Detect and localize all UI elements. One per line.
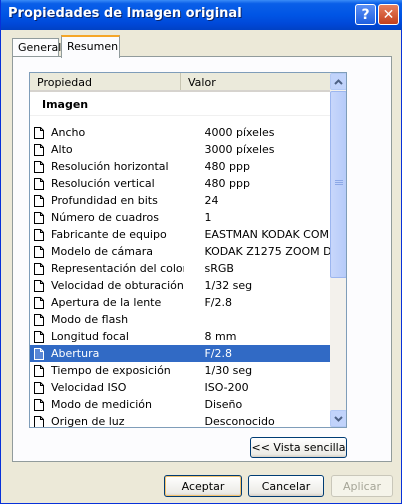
property-value: Desconocido [204,415,275,428]
scroll-down-button[interactable] [330,410,346,427]
properties-list[interactable]: Propiedad Valor Imagen Ancho 4000 píxeles… [29,72,347,428]
close-icon: ✕ [382,6,395,23]
property-row[interactable]: Modo de flash [30,311,330,328]
help-button[interactable]: ? [355,4,376,25]
document-icon [34,313,44,326]
apply-button: Aplicar [331,475,393,497]
property-name: Longitud focal [51,330,129,343]
property-row[interactable]: Ancho 4000 píxeles [30,124,330,141]
property-row[interactable]: Representación del color sRGB [30,260,330,277]
property-row[interactable]: Número de cuadros 1 [30,209,330,226]
property-value: 3000 píxeles [204,143,275,156]
list-header: Propiedad Valor [30,73,330,92]
help-icon: ? [361,6,370,23]
document-icon [34,296,44,309]
property-row[interactable]: Velocidad de obturación 1/32 seg [30,277,330,294]
property-name: Ancho [51,126,86,139]
property-name: Velocidad de obturación [51,279,184,292]
document-icon [34,364,44,377]
cancel-button[interactable]: Cancelar [248,475,324,497]
property-row[interactable]: Abertura F/2.8 [30,345,330,362]
document-icon [34,177,44,190]
property-row[interactable]: Profundidad en bits 24 [30,192,330,209]
property-row[interactable]: Origen de luz Desconocido [30,413,330,428]
scroll-up-button[interactable] [330,73,346,90]
property-value: sRGB [204,262,234,275]
close-button[interactable]: ✕ [378,4,399,25]
vertical-scrollbar[interactable] [330,73,346,427]
property-value: 1 [204,211,212,224]
title-bar[interactable]: Propiedades de Imagen original ? ✕ [1,0,402,30]
property-value: 24 [204,194,219,207]
property-row[interactable]: Alto 3000 píxeles [30,141,330,158]
property-row[interactable]: Resolución vertical 480 ppp [30,175,330,192]
property-name: Resolución vertical [51,177,155,190]
property-name: Modelo de cámara [51,245,154,258]
window-title: Propiedades de Imagen original [8,6,242,21]
property-value: F/2.8 [204,347,233,360]
property-name: Resolución horizontal [51,160,169,173]
property-name: Velocidad ISO [51,381,127,394]
document-icon [34,143,44,156]
document-icon [34,262,44,275]
property-name: Origen de luz [51,415,125,428]
property-name: Apertura de la lente [51,296,162,309]
column-header-property[interactable]: Propiedad [30,73,181,90]
property-value: 4000 píxeles [204,126,275,139]
document-icon [34,160,44,173]
tab-resumen[interactable]: Resumen [61,35,120,58]
property-value: 8 mm [204,330,237,343]
document-icon [34,415,44,427]
property-row[interactable]: Longitud focal 8 mm [30,328,330,345]
property-value: 480 ppp [204,160,250,173]
property-value: KODAK Z1275 ZOOM DIGI... [204,245,330,258]
tab-general[interactable]: General [12,38,61,57]
scroll-thumb[interactable] [330,91,346,278]
property-value: 1/32 seg [204,279,253,292]
property-name: Modo de flash [51,313,129,326]
property-value: F/2.8 [204,296,233,309]
document-icon [34,228,44,241]
property-name: Modo de medición [51,398,153,411]
document-icon [34,126,44,139]
group-header-imagen: Imagen [30,94,330,116]
simple-view-button[interactable]: << Vista sencilla [250,437,347,458]
property-name: Tiempo de exposición [51,364,171,377]
property-row[interactable]: Apertura de la lente F/2.8 [30,294,330,311]
property-name: Fabricante de equipo [51,228,167,241]
property-name: Número de cuadros [51,211,159,224]
document-icon [34,398,44,411]
document-icon [34,330,44,343]
property-row[interactable]: Modelo de cámara KODAK Z1275 ZOOM DIGI... [30,243,330,260]
property-row[interactable]: Fabricante de equipo EASTMAN KODAK COMPAN… [30,226,330,243]
document-icon [34,211,44,224]
property-name: Representación del color [51,262,185,275]
property-value: Diseño [204,398,243,411]
accept-button[interactable]: Aceptar [164,475,242,497]
properties-dialog: Propiedades de Imagen original ? ✕ Gener… [0,0,402,504]
property-name: Abertura [51,347,100,360]
property-row[interactable]: Resolución horizontal 480 ppp [30,158,330,175]
property-value: ISO-200 [204,381,249,394]
property-row[interactable]: Tiempo de exposición 1/30 seg [30,362,330,379]
property-name: Alto [51,143,73,156]
grip-icon [335,180,343,188]
document-icon [34,245,44,258]
document-icon [34,279,44,292]
property-row[interactable]: Velocidad ISO ISO-200 [30,379,330,396]
property-value: 1/30 seg [204,364,253,377]
property-value: EASTMAN KODAK COMPANY [204,228,330,241]
document-icon [34,347,44,360]
property-value: 480 ppp [204,177,250,190]
chevron-up-icon [334,78,343,85]
column-header-value[interactable]: Valor [181,73,330,90]
document-icon [34,194,44,207]
property-row[interactable]: Modo de medición Diseño [30,396,330,413]
property-name: Profundidad en bits [51,194,158,207]
document-icon [34,381,44,394]
property-rows: Ancho 4000 píxeles Alto 3000 píxeles Resoluc… [30,124,330,428]
chevron-down-icon [334,415,343,422]
